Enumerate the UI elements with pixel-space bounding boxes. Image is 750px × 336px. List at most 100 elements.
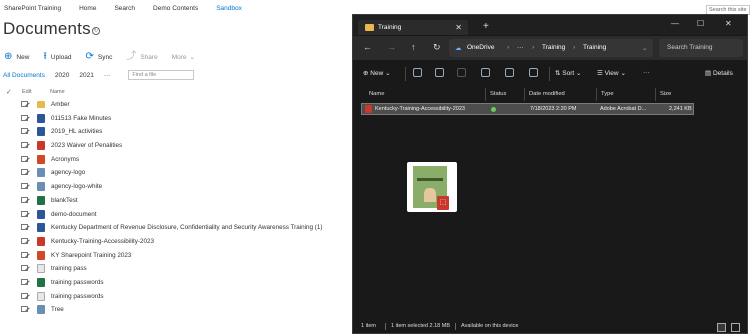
back-icon[interactable]: ← <box>363 42 372 52</box>
document-name[interactable]: Kentucky Department of Revenue Disclosur… <box>51 224 323 231</box>
edit-icon[interactable] <box>21 114 28 121</box>
document-name[interactable]: 011513 Fake Minutes <box>51 115 111 122</box>
nav-site-title[interactable]: SharePoint Training <box>4 5 61 17</box>
list-item[interactable]: 011513 Fake Minutes <box>0 112 340 126</box>
edit-icon[interactable] <box>21 183 28 190</box>
column-size[interactable]: Size <box>660 91 671 97</box>
list-item[interactable]: demo-document <box>0 208 340 222</box>
list-item[interactable]: 2019_HL activities <box>0 125 340 139</box>
column-divider[interactable] <box>485 88 486 101</box>
share-button[interactable]: ⤴ Share <box>126 52 157 62</box>
breadcrumb[interactable]: ☁ OneDrive › ··· › Training › Training ⌄ <box>449 39 653 57</box>
list-item[interactable]: training passwords <box>0 276 340 290</box>
view-more[interactable]: ··· <box>104 72 111 79</box>
edit-icon[interactable] <box>21 251 28 258</box>
follow-icon[interactable]: ↻ <box>92 27 100 35</box>
edit-icon[interactable] <box>21 142 28 149</box>
edit-icon[interactable] <box>21 155 28 162</box>
list-item[interactable]: Kentucky Department of Revenue Disclosur… <box>0 221 340 235</box>
column-divider[interactable] <box>596 88 597 101</box>
upload-button[interactable]: ⭱ Upload <box>43 52 71 62</box>
copy-icon[interactable] <box>435 68 444 77</box>
view-2020[interactable]: 2020 <box>55 72 69 79</box>
document-name[interactable]: 2019_HL activities <box>51 128 102 135</box>
column-divider[interactable] <box>524 88 525 101</box>
delete-icon[interactable] <box>529 68 538 77</box>
document-name[interactable]: training passwords <box>51 279 104 286</box>
document-name[interactable]: blankTest <box>51 197 78 204</box>
nav-home[interactable]: Home <box>79 5 96 17</box>
breadcrumb-more[interactable]: ··· <box>517 44 524 51</box>
nav-demo-contents[interactable]: Demo Contents <box>153 5 198 17</box>
name-column-header[interactable]: Name <box>50 89 65 95</box>
document-name[interactable]: Tree <box>51 306 64 313</box>
chevron-down-icon[interactable]: ⌄ <box>642 44 647 52</box>
share-icon[interactable] <box>505 68 514 77</box>
document-name[interactable]: Acronyms <box>51 156 79 163</box>
document-name[interactable]: Kentucky-Training-Accessibility-2023 <box>51 238 154 245</box>
list-item[interactable]: Tree <box>0 303 340 317</box>
view-2021[interactable]: 2021 <box>79 72 93 79</box>
nav-sandbox[interactable]: Sandbox <box>216 5 242 17</box>
new-button[interactable]: ⊕ New <box>4 52 29 62</box>
tab-training[interactable]: Training ✕ <box>358 20 468 35</box>
forward-icon[interactable]: → <box>387 42 396 52</box>
search-training-input[interactable]: Search Training <box>659 39 743 57</box>
document-name[interactable]: demo-document <box>51 211 97 218</box>
details-view-icon[interactable] <box>717 323 726 332</box>
find-file-input[interactable]: Find a file <box>128 70 195 80</box>
edit-icon[interactable] <box>21 237 28 244</box>
list-item[interactable]: blankTest <box>0 194 340 208</box>
document-name[interactable]: training passwords <box>51 293 104 300</box>
document-name[interactable]: 2023 Waiver of Penalities <box>51 142 122 149</box>
breadcrumb-training-2[interactable]: Training <box>583 44 606 51</box>
nav-search[interactable]: Search <box>114 5 135 17</box>
paste-icon[interactable] <box>457 68 466 77</box>
breadcrumb-training-1[interactable]: Training <box>542 44 565 51</box>
document-name[interactable]: training pass <box>51 265 87 272</box>
new-button[interactable]: ⊕ New ⌄ <box>363 69 391 77</box>
list-item[interactable]: Kentucky-Training-Accessibility-2023 <box>0 235 340 249</box>
up-icon[interactable]: ↑ <box>411 42 416 52</box>
cut-icon[interactable] <box>413 68 422 77</box>
column-status[interactable]: Status <box>490 91 506 97</box>
view-button[interactable]: ☰ View ⌄ <box>597 69 626 77</box>
edit-icon[interactable] <box>21 210 28 217</box>
sync-button[interactable]: ⟳ Sync <box>86 52 113 62</box>
list-item[interactable]: agency-logo <box>0 166 340 180</box>
breadcrumb-onedrive[interactable]: OneDrive <box>467 44 494 51</box>
list-item[interactable]: agency-logo-white <box>0 180 340 194</box>
list-item[interactable]: KY Sharepoint Training 2023 <box>0 249 340 263</box>
column-date-modified[interactable]: Date modified <box>529 91 565 97</box>
more-options-icon[interactable]: ··· <box>643 69 650 76</box>
tiles-view-icon[interactable] <box>731 323 740 332</box>
list-item[interactable]: Amber <box>0 98 340 112</box>
list-item[interactable]: training pass <box>0 262 340 276</box>
document-name[interactable]: agency-logo <box>51 169 85 176</box>
list-item[interactable]: Acronyms <box>0 153 340 167</box>
maximize-icon[interactable]: ☐ <box>697 19 704 28</box>
edit-icon[interactable] <box>21 292 28 299</box>
select-all-checkmark-icon[interactable]: ✓ <box>6 88 12 96</box>
edit-icon[interactable] <box>21 169 28 176</box>
file-row-selected[interactable]: Kentucky-Training-Accessibility-2023 7/1… <box>361 103 694 115</box>
edit-icon[interactable] <box>21 306 28 313</box>
edit-icon[interactable] <box>21 128 28 135</box>
column-divider[interactable] <box>655 88 656 101</box>
list-item[interactable]: 2023 Waiver of Penalities <box>0 139 340 153</box>
edit-icon[interactable] <box>21 265 28 272</box>
document-name[interactable]: Amber <box>51 101 70 108</box>
rename-icon[interactable] <box>481 68 490 77</box>
view-all-documents[interactable]: All Documents <box>3 72 45 79</box>
close-tab-icon[interactable]: ✕ <box>455 23 462 32</box>
list-item[interactable]: training passwords <box>0 290 340 304</box>
edit-icon[interactable] <box>21 224 28 231</box>
close-window-icon[interactable]: ✕ <box>725 19 732 28</box>
new-tab-icon[interactable]: + <box>483 21 489 32</box>
minimize-icon[interactable]: — <box>671 19 679 28</box>
details-button[interactable]: ▤ Details <box>705 69 733 77</box>
column-type[interactable]: Type <box>601 91 614 97</box>
edit-icon[interactable] <box>21 196 28 203</box>
more-button[interactable]: More ⌄ <box>172 53 195 62</box>
edit-icon[interactable] <box>21 101 28 107</box>
